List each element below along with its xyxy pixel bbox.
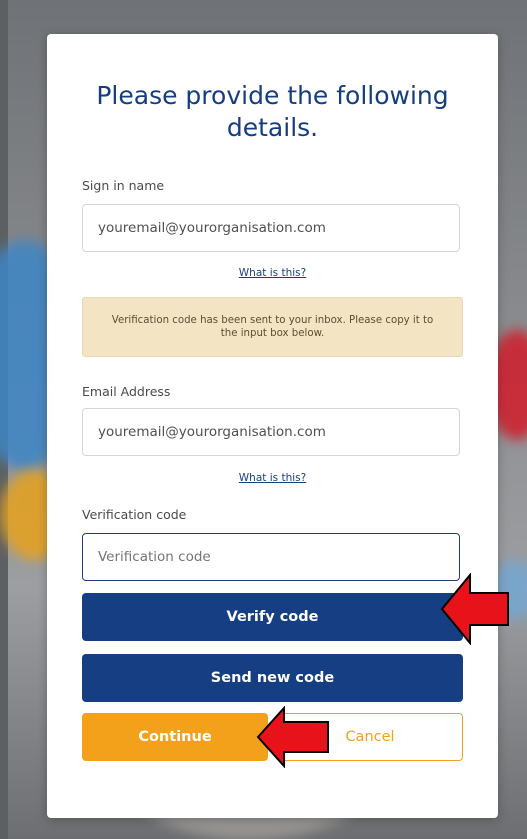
verification-code-label: Verification code [82, 507, 187, 522]
email-address-field[interactable]: youremail@yourorganisation.com [82, 408, 460, 456]
sign-in-name-label: Sign in name [82, 178, 165, 193]
send-new-code-button[interactable]: Send new code [82, 654, 463, 702]
continue-button[interactable]: Continue [82, 713, 268, 761]
email-address-help-link[interactable]: What is this? [47, 472, 498, 484]
page-title: Please provide the following details. [96, 81, 449, 142]
verify-code-button[interactable]: Verify code [82, 593, 463, 641]
details-form-card: Please provide the following details. Si… [47, 34, 498, 818]
sign-in-name-help-link[interactable]: What is this? [47, 267, 498, 279]
annotation-arrow-left-icon [256, 706, 329, 768]
sign-in-name-field[interactable]: youremail@yourorganisation.com [82, 204, 460, 252]
verification-code-input[interactable] [82, 533, 460, 581]
annotation-arrow-left-icon [440, 573, 509, 645]
email-address-label: Email Address [82, 384, 171, 399]
verification-sent-message: Verification code has been sent to your … [82, 297, 463, 357]
info-message-text: Verification code has been sent to your … [111, 315, 434, 339]
